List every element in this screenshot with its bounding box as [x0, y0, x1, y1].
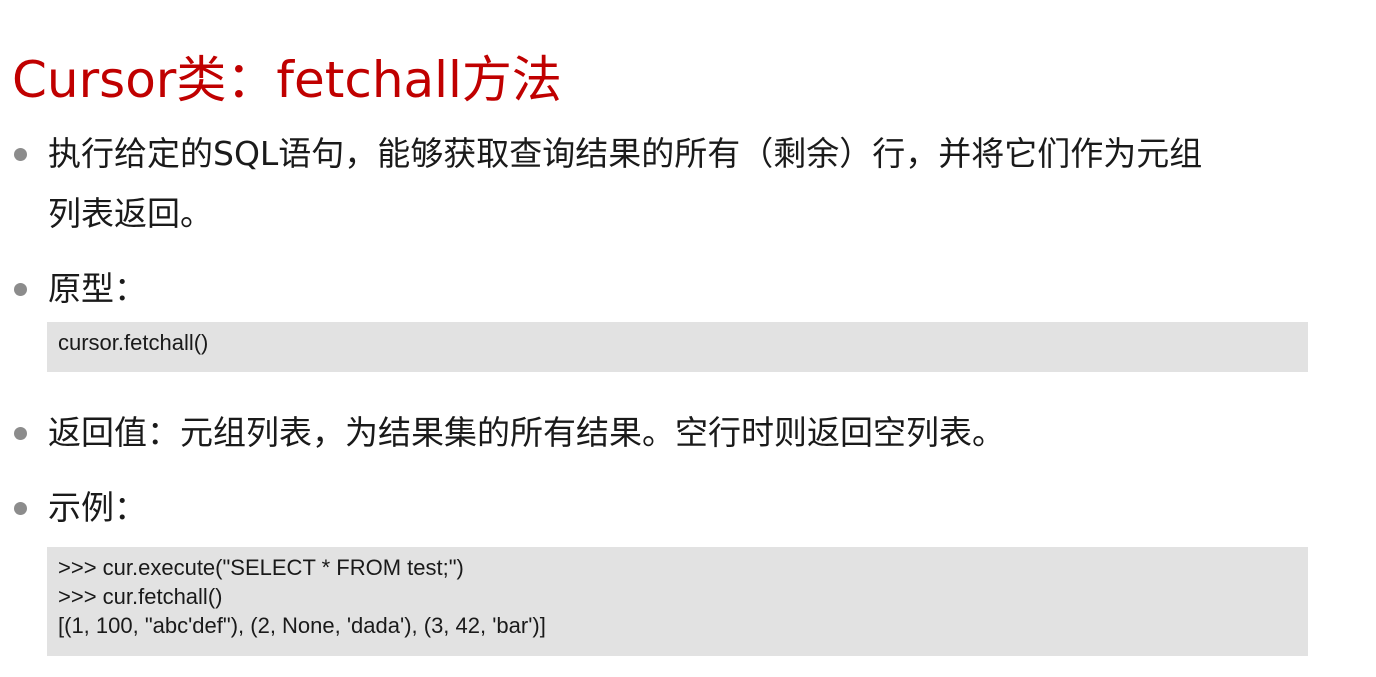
description-line-1: 执行给定的SQL语句，能够获取查询结果的所有（剩余）行，并将它们作为元组 [48, 134, 1203, 173]
slide-title: Cursor类：fetchall方法 [12, 50, 562, 109]
example-code-block: >>> cur.execute("SELECT * FROM test;") >… [47, 547, 1308, 656]
code-line: >>> cur.execute("SELECT * FROM test;") [58, 555, 464, 580]
example-label: 示例： [48, 488, 147, 527]
bullet-dot-icon [14, 427, 27, 440]
code-line: [(1, 100, "abc'def"), (2, None, 'dada'),… [58, 613, 546, 638]
bullet-dot-icon [14, 148, 27, 161]
prototype-code-block: cursor.fetchall() [47, 322, 1308, 372]
bullet-dot-icon [14, 502, 27, 515]
return-value-text: 返回值：元组列表，为结果集的所有结果。空行时则返回空列表。 [48, 413, 1005, 452]
bullet-dot-icon [14, 283, 27, 296]
prototype-label: 原型： [48, 269, 147, 308]
description-line-2: 列表返回。 [48, 194, 213, 233]
code-line: >>> cur.fetchall() [58, 584, 223, 609]
code-line: cursor.fetchall() [58, 330, 209, 355]
